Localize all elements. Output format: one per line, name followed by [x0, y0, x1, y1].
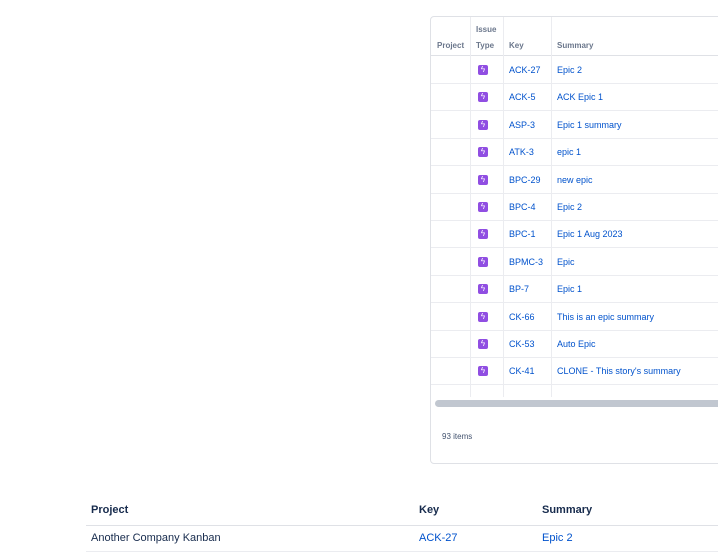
issue-summary-link[interactable]: epic 1 — [557, 147, 581, 157]
issue-summary-link[interactable]: ACK Epic 1 — [557, 92, 603, 102]
epic-lightning-icon: ϟ — [478, 284, 488, 295]
epic-lightning-icon: ϟ — [478, 339, 488, 349]
issue-summary-link[interactable]: CLONE - This story's summary — [557, 366, 681, 376]
header-divider — [86, 525, 718, 526]
epic-lightning-icon: ϟ — [478, 311, 488, 322]
issue-key-link[interactable]: BPC-29 — [509, 175, 541, 185]
issue-summary-link[interactable]: Epic 1 summary — [557, 120, 622, 130]
table-row[interactable]: ϟ CK-41 CLONE - This story's summary — [431, 357, 718, 386]
table-row[interactable]: ϟ ATK-3 epic 1 — [431, 138, 718, 167]
cell-project: Another Company Kanban — [91, 532, 221, 544]
table-row[interactable]: ϟ ACK-27 Epic 2 — [431, 56, 718, 84]
table-row[interactable]: ϟ CK-66 This is an epic summary — [431, 303, 718, 331]
header-summary[interactable]: Summary — [542, 504, 592, 516]
issue-key-link[interactable]: BPMC-3 — [509, 257, 543, 267]
table-row[interactable]: ϟ BP-7 Epic 1 — [431, 275, 718, 304]
item-count: 93 items — [442, 432, 473, 441]
header-key[interactable]: Key — [419, 504, 439, 516]
table-row[interactable]: ϟ CK-53 Auto Epic — [431, 330, 718, 358]
horizontal-scrollbar[interactable] — [435, 400, 718, 407]
header-project[interactable]: Project — [437, 41, 464, 50]
issue-key-link[interactable]: CK-66 — [509, 312, 535, 322]
epic-lightning-icon: ϟ — [478, 119, 488, 130]
issue-key-link[interactable]: BPC-4 — [509, 202, 536, 212]
epic-lightning-icon: ϟ — [478, 229, 488, 240]
issue-summary-link[interactable]: Epic 1 — [557, 284, 582, 294]
table-row[interactable]: ϟ BPMC-3 Epic — [431, 248, 718, 276]
header-issue-type-line2[interactable]: Type — [476, 41, 494, 50]
header-summary[interactable]: Summary — [557, 41, 593, 50]
issue-key-link[interactable]: CK-41 — [509, 366, 535, 376]
epic-lightning-icon: ϟ — [478, 256, 488, 267]
issue-key-link[interactable]: CK-53 — [509, 339, 535, 349]
cell-summary-link[interactable]: Epic 2 — [542, 532, 573, 544]
table-row[interactable]: ϟ BPC-29 new epic — [431, 166, 718, 194]
table-header: Project Issue Type Key Summary — [431, 17, 718, 56]
epic-lightning-icon: ϟ — [478, 366, 488, 377]
epic-lightning-icon: ϟ — [478, 92, 488, 103]
issue-key-link[interactable]: BP-7 — [509, 284, 529, 294]
issue-key-link[interactable]: ACK-27 — [509, 65, 541, 75]
table-row[interactable]: ϟ BPC-1 Epic 1 Aug 2023 — [431, 220, 718, 249]
cell-key-link[interactable]: ACK-27 — [419, 532, 458, 544]
issue-summary-link[interactable]: This is an epic summary — [557, 312, 654, 322]
table-row[interactable]: ϟ BPC-4 Epic 2 — [431, 193, 718, 221]
issue-summary-link[interactable]: new epic — [557, 175, 593, 185]
epic-lightning-icon: ϟ — [478, 65, 488, 75]
issue-summary-link[interactable]: Epic 2 — [557, 202, 582, 212]
issue-key-link[interactable]: ACK-5 — [509, 92, 536, 102]
table-row[interactable]: ϟ ACK-5 ACK Epic 1 — [431, 83, 718, 112]
header-project[interactable]: Project — [91, 504, 128, 516]
epic-table-panel: Project Issue Type Key Summary ϟ ACK-27 Ep… — [430, 16, 718, 464]
issue-summary-link[interactable]: Epic 2 — [557, 65, 582, 75]
issue-key-link[interactable]: ATK-3 — [509, 147, 534, 157]
issue-key-link[interactable]: BPC-1 — [509, 229, 536, 239]
table-row[interactable]: ϟ ASP-3 Epic 1 summary — [431, 111, 718, 139]
header-key[interactable]: Key — [509, 41, 524, 50]
epic-lightning-icon: ϟ — [478, 202, 488, 212]
header-issue-type-line1[interactable]: Issue — [476, 25, 496, 34]
issue-summary-link[interactable]: Epic — [557, 257, 575, 267]
issue-summary-link[interactable]: Auto Epic — [557, 339, 596, 349]
issue-summary-link[interactable]: Epic 1 Aug 2023 — [557, 229, 623, 239]
epic-lightning-icon: ϟ — [478, 174, 488, 185]
row-divider — [86, 551, 718, 552]
epic-lightning-icon: ϟ — [478, 147, 488, 158]
issue-key-link[interactable]: ASP-3 — [509, 120, 535, 130]
